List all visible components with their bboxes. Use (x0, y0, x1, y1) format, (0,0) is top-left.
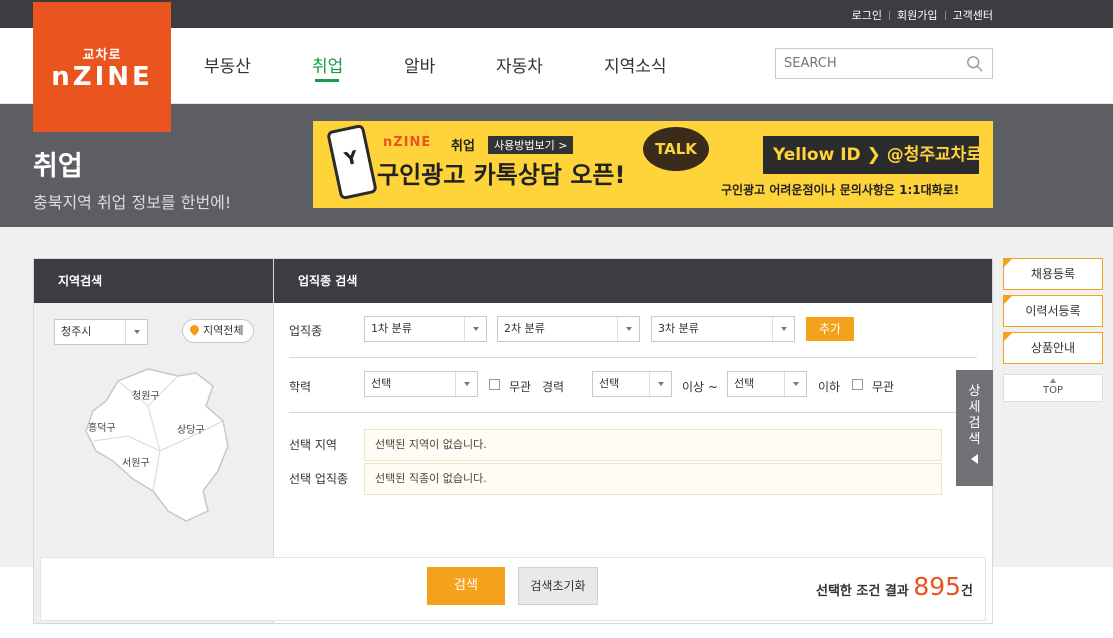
nav-item-jobs[interactable]: 취업 (312, 52, 343, 77)
education-select[interactable]: 선택 (364, 371, 478, 397)
search-box (775, 48, 993, 79)
chevron-down-icon (464, 317, 486, 341)
scroll-top-button[interactable]: TOP (1003, 374, 1103, 402)
city-select-value: 청주시 (61, 325, 92, 338)
chevron-down-icon (455, 372, 477, 396)
search-input[interactable] (776, 49, 956, 78)
education-any-checkbox[interactable] (489, 379, 500, 390)
logo[interactable]: 교차로 nZINE (33, 2, 171, 132)
banner-headline: 구인광고 카톡상담 오픈! (377, 161, 626, 189)
divider (289, 412, 977, 413)
chevron-down-icon (125, 320, 147, 344)
district-sangdang[interactable]: 상당구 (177, 421, 205, 436)
top-links: 로그인 회원가입 고객센터 (852, 7, 993, 23)
category3-value: 3차 분류 (658, 322, 699, 335)
nav-item-cars[interactable]: 자동차 (496, 52, 543, 77)
detail-search-label: 상세검색 (968, 384, 981, 447)
result-count: 895 (913, 572, 962, 601)
chevron-down-icon (784, 372, 806, 396)
howto-button[interactable]: 사용방법보기 > (488, 136, 574, 154)
selected-job-box: 선택된 직종이 없습니다. (364, 463, 942, 495)
career-to-select[interactable]: 선택 (727, 371, 807, 397)
category1-value: 1차 분류 (371, 322, 412, 335)
side-resume-post-button[interactable]: 이력서등록 (1003, 295, 1103, 327)
arrow-up-icon (1050, 378, 1056, 383)
result-prefix: 선택한 조건 결과 (816, 584, 909, 599)
login-link[interactable]: 로그인 (852, 7, 882, 23)
reset-button[interactable]: 검색초기화 (518, 567, 598, 605)
region-all-button[interactable]: 지역전체 (182, 319, 254, 343)
triangle-left-icon (971, 454, 978, 464)
selected-region-label: 선택 지역 (289, 438, 337, 452)
nav-item-realestate[interactable]: 부동산 (204, 52, 251, 77)
nav-item-parttime[interactable]: 알바 (404, 52, 435, 77)
side-products-button[interactable]: 상품안내 (1003, 332, 1103, 364)
education-value: 선택 (371, 377, 392, 390)
divider (289, 357, 977, 358)
page-title: 취업 (33, 151, 83, 182)
career-any-label: 무관 (872, 380, 895, 394)
selected-job-label: 선택 업직종 (289, 472, 349, 486)
nav-item-local-news[interactable]: 지역소식 (604, 52, 667, 77)
chevron-down-icon (772, 317, 794, 341)
divider (889, 10, 891, 20)
result-suffix: 건 (961, 584, 973, 599)
search-button[interactable]: 검색 (427, 567, 505, 605)
selected-region-box: 선택된 지역이 없습니다. (364, 429, 942, 461)
detail-search-toggle[interactable]: 상세검색 (956, 370, 993, 486)
page-subtitle: 충북지역 취업 정보를 한번에! (33, 193, 232, 212)
career-to-value: 선택 (734, 377, 755, 390)
job-panel-title: 업직종 검색 (274, 259, 992, 303)
category3-select[interactable]: 3차 분류 (651, 316, 795, 342)
location-pin-icon (188, 323, 201, 336)
district-heungdeok[interactable]: 흥덕구 (88, 419, 116, 434)
divider (944, 10, 946, 20)
career-over-label: 이상 ~ (682, 380, 718, 394)
region-all-label: 지역전체 (203, 324, 244, 337)
add-button[interactable]: 추가 (806, 317, 854, 341)
logo-main: nZINE (51, 62, 153, 92)
education-any-label: 무관 (509, 380, 532, 394)
yellow-id-badge: Yellow ID ❯ @청주교차로 (763, 136, 982, 174)
result-summary: 선택한 조건 결과 895건 (816, 572, 973, 601)
signup-link[interactable]: 회원가입 (897, 7, 937, 23)
career-from-value: 선택 (599, 377, 620, 390)
logo-sub: 교차로 (82, 48, 122, 63)
career-any-checkbox[interactable] (852, 379, 863, 390)
category1-select[interactable]: 1차 분류 (364, 316, 487, 342)
top-label: TOP (1042, 385, 1063, 396)
career-under-label: 이하 (818, 380, 841, 394)
city-select[interactable]: 청주시 (54, 319, 148, 345)
nav-active-underline (315, 79, 339, 82)
search-icon[interactable] (966, 55, 984, 73)
region-panel-title: 지역검색 (34, 259, 273, 303)
chevron-down-icon (617, 317, 639, 341)
category2-select[interactable]: 2차 분류 (497, 316, 640, 342)
career-label: 경력 (542, 380, 565, 394)
chevron-down-icon (649, 372, 671, 396)
career-from-select[interactable]: 선택 (592, 371, 672, 397)
banner-note: 구인광고 어려운점이나 문의사항은 1:1대화로! (721, 183, 960, 197)
district-cheongwon[interactable]: 청원구 (132, 387, 160, 402)
phone-illustration: Y (326, 123, 378, 201)
category2-value: 2차 분류 (504, 322, 545, 335)
banner-brand-suffix: 취업 (451, 139, 475, 154)
side-job-post-button[interactable]: 채용등록 (1003, 258, 1103, 290)
district-seowon[interactable]: 서원구 (122, 454, 150, 469)
job-label: 업직종 (289, 324, 323, 338)
talk-bubble-icon: TALK (643, 127, 709, 171)
kakao-banner[interactable]: Y nZINE 취업 사용방법보기 > 구인광고 카톡상담 오픈! TALK Y… (313, 121, 993, 208)
banner-brand: nZINE (383, 135, 432, 150)
support-link[interactable]: 고객센터 (953, 7, 993, 23)
education-label: 학력 (289, 380, 312, 394)
